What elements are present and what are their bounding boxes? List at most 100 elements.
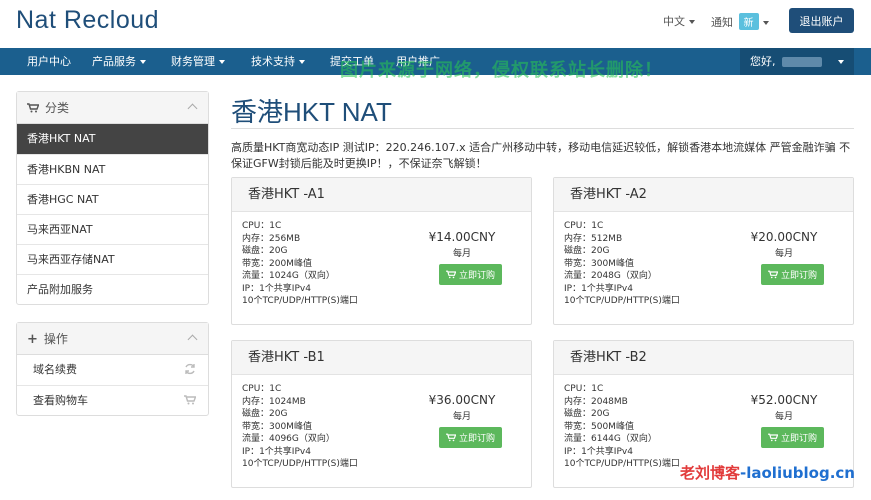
spec-bandwidth: 带宽：500M峰值 [564,421,634,432]
chevron-down-icon [299,60,305,64]
product-name: 香港HKT -B2 [554,341,853,375]
site-watermark: 老刘博客-laoliublog.cn [680,462,855,483]
nav-item-user-center[interactable]: 用户中心 [27,48,71,75]
order-now-button[interactable]: 立即订购 [439,427,502,448]
billing-period: 每月 [452,412,471,422]
product-specs: CPU：1C 内存：512MB 磁盘：20G 带宽：300M峰值 流量：2048… [564,220,680,308]
chevron-down-icon [838,60,844,64]
order-now-label: 立即订购 [458,434,495,444]
order-now-label: 立即订购 [780,271,817,281]
top-header: Nat Recloud 中文 通知 新 退出账户 [0,0,871,48]
category-label: 马来西亚存储NAT [27,253,115,266]
spec-ip: IP：1个共享IPv4 [564,283,633,294]
billing-period: 每月 [774,249,793,259]
order-now-label: 立即订购 [458,271,495,281]
spec-ports: 10个TCP/UDP/HTTP(S)端口 [242,459,358,469]
action-label: 查看购物车 [33,394,88,407]
divider [231,128,854,129]
cart-icon [184,395,196,405]
chevron-up-icon [187,334,198,345]
chevron-up-icon [187,103,198,114]
category-label: 马来西亚NAT [27,223,93,236]
spec-traffic: 流量：4096G（双向） [242,434,335,444]
cart-icon [767,433,778,442]
category-label: 香港HKT NAT [27,132,96,145]
spec-traffic: 流量：2048G（双向） [564,271,657,281]
spec-cpu: CPU：1C [564,221,604,231]
order-now-label: 立即订购 [780,434,817,444]
product-name: 香港HKT -A1 [232,178,531,212]
refresh-icon [185,363,195,375]
notifications-menu[interactable]: 通知 新 [711,13,769,30]
spec-memory: 内存：512MB [564,233,623,244]
category-description: 高质量HKT商宽动态IP 测试IP：220.246.107.x 适合广州移动中转… [231,141,851,170]
spec-disk: 磁盘：20G [564,246,610,256]
category-label: 香港HKBN NAT [27,163,106,176]
category-item-malaysia[interactable]: 马来西亚NAT [17,214,208,244]
panel-title: 分类 [45,101,70,115]
category-item-hgc[interactable]: 香港HGC NAT [17,184,208,214]
brand-logo[interactable]: Nat Recloud [16,6,159,35]
spec-cpu: CPU：1C [564,384,604,394]
actions-heading[interactable]: + 操作 [17,323,208,355]
action-renew-domain[interactable]: 域名续费 [17,355,208,385]
nav-label: 技术支持 [251,55,295,68]
nav-label: 财务管理 [171,55,215,68]
order-now-button[interactable]: 立即订购 [761,427,824,448]
nav-item-products[interactable]: 产品服务 [92,48,146,75]
spec-memory: 内存：256MB [242,233,301,244]
spec-disk: 磁盘：20G [242,409,288,419]
notifications-label: 通知 [711,16,733,29]
nav-label: 用户中心 [27,55,71,68]
spec-disk: 磁盘：20G [242,246,288,256]
product-price: ¥20.00CNY [750,230,818,244]
product-card: 香港HKT -B1 CPU：1C 内存：1024MB 磁盘：20G 带宽：300… [231,340,532,488]
spec-ports: 10个TCP/UDP/HTTP(S)端口 [564,296,680,306]
category-item-addons[interactable]: 产品附加服务 [17,274,208,304]
spec-memory: 内存：2048MB [564,396,628,407]
plus-icon: + [27,332,38,347]
spec-cpu: CPU：1C [242,384,282,394]
product-specs: CPU：1C 内存：2048MB 磁盘：20G 带宽：500M峰值 流量：614… [564,383,680,471]
product-specs: CPU：1C 内存：256MB 磁盘：20G 带宽：200M峰值 流量：1024… [242,220,358,308]
user-menu[interactable]: 您好, [740,48,854,75]
page-title: 香港HKT NAT [231,97,392,127]
panel-title: 操作 [43,332,68,346]
chevron-down-icon [140,60,146,64]
categories-heading[interactable]: 分类 [17,92,208,124]
user-greeting: 您好, [750,55,776,68]
spec-ip: IP：1个共享IPv4 [242,446,311,457]
spec-cpu: CPU：1C [242,221,282,231]
spec-ip: IP：1个共享IPv4 [564,446,633,457]
product-card: 香港HKT -A2 CPU：1C 内存：512MB 磁盘：20G 带宽：300M… [553,177,854,325]
product-name: 香港HKT -B1 [232,341,531,375]
spec-traffic: 流量：6144G（双向） [564,434,657,444]
billing-period: 每月 [774,412,793,422]
action-view-cart[interactable]: 查看购物车 [17,385,208,415]
category-label: 香港HGC NAT [27,193,99,206]
nav-item-support[interactable]: 技术支持 [251,48,305,75]
order-now-button[interactable]: 立即订购 [761,264,824,285]
spec-ip: IP：1个共享IPv4 [242,283,311,294]
chevron-down-icon [689,20,695,24]
cart-icon [767,270,778,279]
product-specs: CPU：1C 内存：1024MB 磁盘：20G 带宽：300M峰值 流量：409… [242,383,358,471]
product-price: ¥14.00CNY [428,230,496,244]
chevron-down-icon [219,60,225,64]
product-price: ¥36.00CNY [428,393,496,407]
order-now-button[interactable]: 立即订购 [439,264,502,285]
category-item-malaysia-storage[interactable]: 马来西亚存储NAT [17,244,208,274]
nav-item-billing[interactable]: 财务管理 [171,48,225,75]
spec-ports: 10个TCP/UDP/HTTP(S)端口 [564,459,680,469]
spec-bandwidth: 带宽：300M峰值 [242,421,312,432]
logout-button[interactable]: 退出账户 [789,8,854,33]
watermark-part: 老刘博客 [680,464,741,482]
chevron-down-icon [762,21,769,25]
language-selector[interactable]: 中文 [663,13,695,29]
product-card: 香港HKT -A1 CPU：1C 内存：256MB 磁盘：20G 带宽：200M… [231,177,532,325]
language-label: 中文 [663,15,685,28]
category-item-hkt[interactable]: 香港HKT NAT [17,124,208,154]
category-item-hkbn[interactable]: 香港HKBN NAT [17,154,208,184]
product-name: 香港HKT -A2 [554,178,853,212]
product-price: ¥52.00CNY [750,393,818,407]
